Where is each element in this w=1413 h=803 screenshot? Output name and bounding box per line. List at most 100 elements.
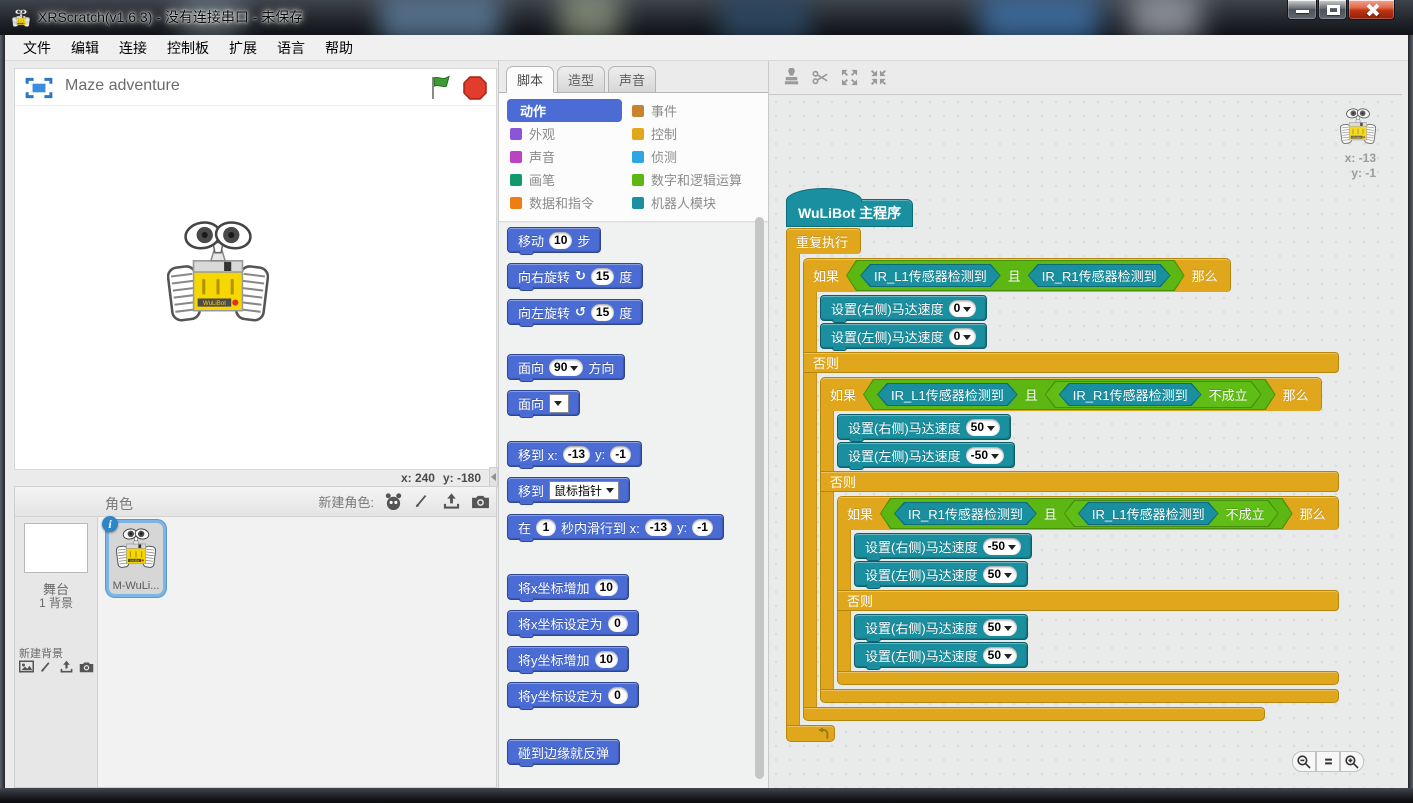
category-operators[interactable]: 数字和逻辑运算 (629, 168, 767, 191)
forever-block[interactable]: 重复执行 如果 IR_L1传感器检测到 (786, 228, 1339, 742)
and-block[interactable]: IR_R1传感器检测到 且 IR_L1传感器检测到 不成立 (880, 498, 1293, 529)
script-canvas[interactable]: x: -13 y: -1 WuLiBot 主程序 重复执行 (769, 94, 1402, 788)
scissors-icon[interactable] (810, 68, 830, 88)
set-right-motor-block[interactable]: 设置(右侧)马达速度0 (820, 295, 987, 321)
not-block[interactable]: IR_L1传感器检测到 不成立 (1064, 500, 1279, 527)
category-events[interactable]: 事件 (629, 99, 767, 122)
palette-block-goto-mouse[interactable]: 移到鼠标指针 (507, 477, 630, 503)
category-pen[interactable]: 画笔 (507, 168, 627, 191)
hat-block-main-program[interactable]: WuLiBot 主程序 (786, 199, 913, 227)
category-data[interactable]: 数据和指令 (507, 191, 627, 214)
title-bar[interactable]: XRScratch(v1.6.3) - 没有连接串口 - 未保存 (0, 0, 1413, 35)
secs-input[interactable]: 1 (536, 519, 556, 536)
menu-file[interactable]: 文件 (13, 35, 61, 61)
not-block[interactable]: IR_R1传感器检测到 不成立 (1045, 381, 1262, 408)
set-right-motor-block[interactable]: 设置(右侧)马达速度50 (854, 614, 1028, 640)
zoom-out-button[interactable] (1292, 751, 1316, 772)
if-else-block-3[interactable]: 如果 IR_R1传感器检测到 且 IR_L1传感器检测到 (837, 496, 1339, 685)
menu-language[interactable]: 语言 (267, 35, 315, 61)
palette-block-point-direction[interactable]: 面向90方向 (507, 354, 625, 380)
script-stack[interactable]: WuLiBot 主程序 重复执行 如果 (786, 186, 1339, 743)
backdrop-upload-icon[interactable] (59, 660, 74, 675)
dx-input[interactable]: 10 (595, 579, 618, 596)
palette-block-goto-xy[interactable]: 移到 x:-13y:-1 (507, 441, 642, 467)
sensor-ir-r1-block[interactable]: IR_R1传感器检测到 (1028, 264, 1171, 287)
palette-block-change-y[interactable]: 将y坐标增加10 (507, 646, 629, 672)
if-else-block-2[interactable]: 如果 IR_L1传感器检测到 且 IR_R1传感器检测到 (820, 377, 1339, 703)
palette-block-set-y[interactable]: 将y坐标设定为0 (507, 682, 639, 708)
palette-block-change-x[interactable]: 将x坐标增加10 (507, 574, 629, 600)
menu-board[interactable]: 控制板 (157, 35, 219, 61)
stop-button[interactable] (462, 75, 488, 101)
category-sensing[interactable]: 侦测 (629, 145, 767, 168)
category-robot[interactable]: 机器人模块 (629, 191, 767, 214)
motor-speed-dropdown[interactable]: -50 (983, 538, 1021, 555)
menu-connect[interactable]: 连接 (109, 35, 157, 61)
sensor-ir-l1-block[interactable]: IR_L1传感器检测到 (877, 383, 1018, 406)
stage-collapse-arrow[interactable] (489, 467, 498, 487)
close-button[interactable] (1348, 0, 1395, 20)
motor-speed-dropdown[interactable]: 50 (966, 419, 1000, 436)
motor-speed-dropdown[interactable]: 0 (949, 328, 977, 345)
upload-icon[interactable] (441, 491, 461, 511)
category-control[interactable]: 控制 (629, 122, 767, 145)
degrees-input[interactable]: 15 (591, 268, 614, 285)
fullscreen-icon[interactable] (25, 77, 53, 99)
category-sound[interactable]: 声音 (507, 145, 627, 168)
zoom-in-button[interactable] (1340, 751, 1364, 772)
degrees-input[interactable]: 15 (591, 304, 614, 321)
minimize-button[interactable] (1287, 0, 1317, 20)
grow-icon[interactable] (839, 68, 859, 88)
green-flag-button[interactable] (428, 75, 454, 101)
menu-help[interactable]: 帮助 (315, 35, 363, 61)
sprite-library-icon[interactable] (383, 491, 403, 511)
palette-block-point-towards[interactable]: 面向 (507, 390, 580, 416)
palette-block-turn-right[interactable]: 向右旋转↻15度 (507, 263, 643, 289)
tab-costumes[interactable]: 造型 (557, 66, 605, 93)
palette-block-set-x[interactable]: 将x坐标设定为0 (507, 610, 639, 636)
stage-thumbnail[interactable] (24, 523, 88, 573)
category-looks[interactable]: 外观 (507, 122, 627, 145)
sprite-card-mwulibot[interactable]: i M-WuLi... (106, 520, 166, 597)
x-input[interactable]: 0 (608, 615, 628, 632)
backdrop-paintbrush-icon[interactable] (39, 660, 54, 675)
motor-speed-dropdown[interactable]: 50 (983, 647, 1017, 664)
stage[interactable]: Maze adventure (14, 68, 497, 470)
set-right-motor-block[interactable]: 设置(右侧)马达速度-50 (854, 533, 1032, 559)
stage-sprite-robot[interactable] (167, 214, 269, 328)
sensor-ir-r1-block[interactable]: IR_R1传感器检测到 (894, 502, 1037, 525)
and-block[interactable]: IR_L1传感器检测到 且 IR_R1传感器检测到 不成立 (863, 379, 1276, 410)
y-input[interactable]: -1 (610, 446, 631, 463)
if-else-block-1[interactable]: 如果 IR_L1传感器检测到 且 IR_R1传感器检测到 那么 (803, 258, 1339, 721)
towards-dropdown[interactable] (549, 394, 569, 413)
x-input[interactable]: -13 (563, 446, 590, 463)
tab-sounds[interactable]: 声音 (608, 66, 656, 93)
palette-scrollbar[interactable] (755, 217, 764, 779)
set-left-motor-block[interactable]: 设置(左侧)马达速度50 (854, 561, 1028, 587)
shrink-icon[interactable] (868, 68, 888, 88)
and-block[interactable]: IR_L1传感器检测到 且 IR_R1传感器检测到 (846, 260, 1185, 291)
menu-extensions[interactable]: 扩展 (219, 35, 267, 61)
set-right-motor-block[interactable]: 设置(右侧)马达速度50 (837, 414, 1011, 440)
stamp-icon[interactable] (781, 68, 801, 88)
paintbrush-icon[interactable] (412, 491, 432, 511)
category-motion[interactable]: 动作 (507, 99, 622, 122)
motor-speed-dropdown[interactable]: -50 (966, 447, 1004, 464)
x-input[interactable]: -13 (645, 519, 672, 536)
set-left-motor-block[interactable]: 设置(左侧)马达速度50 (854, 642, 1028, 668)
set-left-motor-block[interactable]: 设置(左侧)马达速度-50 (837, 442, 1015, 468)
motor-speed-dropdown[interactable]: 50 (983, 566, 1017, 583)
sensor-ir-l1-block[interactable]: IR_L1传感器检测到 (1078, 502, 1219, 525)
backdrop-library-icon[interactable] (19, 660, 34, 675)
palette-block-glide[interactable]: 在1秒内滑行到 x:-13y:-1 (507, 514, 724, 540)
goto-dropdown[interactable]: 鼠标指针 (549, 481, 619, 500)
motor-speed-dropdown[interactable]: 50 (983, 619, 1017, 636)
tab-scripts[interactable]: 脚本 (506, 66, 554, 93)
zoom-reset-button[interactable] (1316, 751, 1340, 772)
direction-dropdown[interactable]: 90 (549, 359, 583, 376)
backdrop-camera-icon[interactable] (79, 660, 94, 675)
palette-block-bounce-on-edge[interactable]: 碰到边缘就反弹 (507, 739, 620, 765)
maximize-button[interactable] (1318, 0, 1347, 20)
sensor-ir-l1-block[interactable]: IR_L1传感器检测到 (860, 264, 1001, 287)
palette-block-move-steps[interactable]: 移动10步 (507, 227, 601, 253)
